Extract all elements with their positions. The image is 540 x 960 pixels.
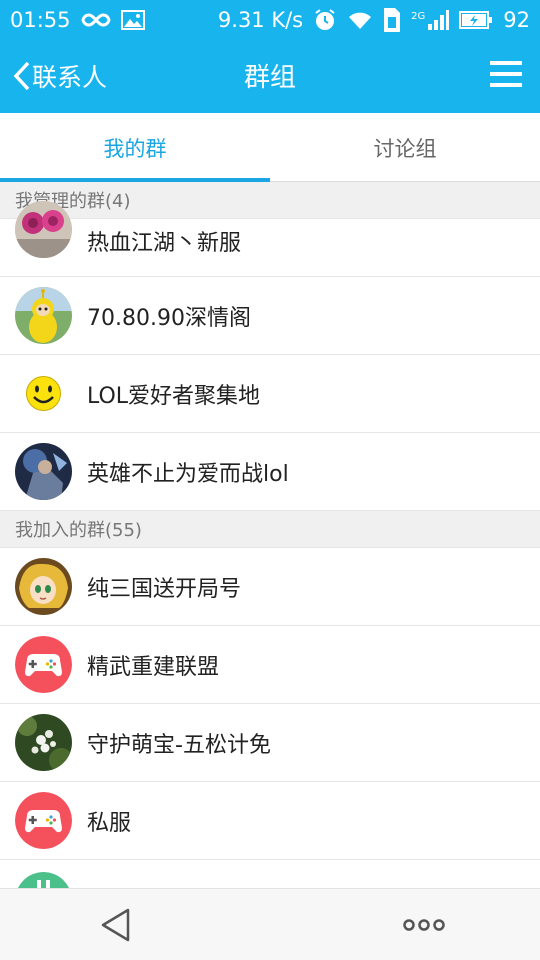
tab-label: 我的群 — [103, 136, 167, 161]
network-speed: 9.31 K/s — [217, 8, 304, 32]
roses-photo-avatar — [15, 201, 72, 258]
group-name: 精武重建联盟 — [87, 654, 220, 680]
gamepad-avatar — [15, 636, 72, 693]
group-row[interactable]: 热血江湖丶新服 — [0, 201, 540, 277]
status-bar: 01:55 9.31 K/s 2G 92 — [0, 0, 540, 40]
partial-avatar — [15, 872, 72, 888]
teletubby-avatar — [15, 287, 72, 344]
group-row[interactable]: LOL爱好者聚集地 — [0, 355, 540, 433]
group-row[interactable]: 精武重建联盟 — [0, 626, 540, 704]
section-header-managed: 我管理的群(4) — [0, 182, 540, 219]
infinity-icon — [81, 13, 111, 27]
triangle-back-icon — [101, 908, 130, 942]
tab-label: 讨论组 — [373, 136, 437, 161]
group-name: LOL爱好者聚集地 — [87, 383, 261, 409]
page-title: 群组 — [243, 63, 296, 93]
hamburger-icon — [490, 61, 522, 87]
group-row[interactable]: 私服 — [0, 782, 540, 860]
top-bar: 01:55 9.31 K/s 2G 92 联系人 群组 — [0, 0, 540, 113]
signal-icon — [428, 10, 450, 30]
nav-bar: 联系人 群组 — [0, 40, 540, 113]
game-hero-avatar — [15, 443, 72, 500]
battery-level: 92 — [503, 8, 530, 32]
tab-my-groups[interactable]: 我的群 — [0, 113, 270, 182]
group-name: 守护萌宝-五松计免 — [87, 732, 271, 758]
bottom-bar — [0, 888, 540, 960]
group-name: 英雄不止为爱而战lol — [87, 461, 289, 487]
battery-charging-icon — [459, 11, 493, 29]
group-row[interactable]: 70.80.90深情阁 — [0, 277, 540, 355]
tab-discussion-groups[interactable]: 讨论组 — [270, 113, 540, 182]
group-row-partial[interactable] — [0, 860, 540, 888]
group-name: 70.80.90深情阁 — [87, 305, 251, 331]
smiley-face-avatar — [15, 365, 72, 422]
anime-girl-avatar — [15, 558, 72, 615]
group-row[interactable]: 英雄不止为爱而战lol — [0, 433, 540, 511]
wifi-icon — [349, 12, 372, 29]
group-name: 热血江湖丶新服 — [87, 231, 242, 256]
section-header-joined: 我加入的群(55) — [0, 511, 540, 548]
status-time: 01:55 — [10, 8, 71, 32]
system-back-button[interactable] — [98, 907, 134, 943]
flower-photo-avatar — [15, 714, 72, 771]
menu-button[interactable] — [490, 60, 522, 88]
group-row[interactable]: 守护萌宝-五松计免 — [0, 704, 540, 782]
more-button[interactable] — [402, 915, 446, 935]
group-name: 纯三国送开局号 — [87, 576, 242, 602]
gallery-icon — [120, 10, 145, 30]
group-row[interactable]: 纯三国送开局号 — [0, 548, 540, 626]
network-type: 2G — [411, 11, 426, 22]
gamepad-avatar — [15, 792, 72, 849]
more-dots-icon — [403, 919, 445, 931]
tab-bar: 我的群 讨论组 — [0, 113, 540, 182]
group-list[interactable]: 我管理的群(4) 热血江湖丶新服 70.80.90深情阁 LOL爱好者聚集地 英… — [0, 182, 540, 888]
group-name: 私服 — [87, 810, 132, 836]
sim-icon — [384, 8, 401, 32]
alarm-icon — [315, 9, 335, 30]
